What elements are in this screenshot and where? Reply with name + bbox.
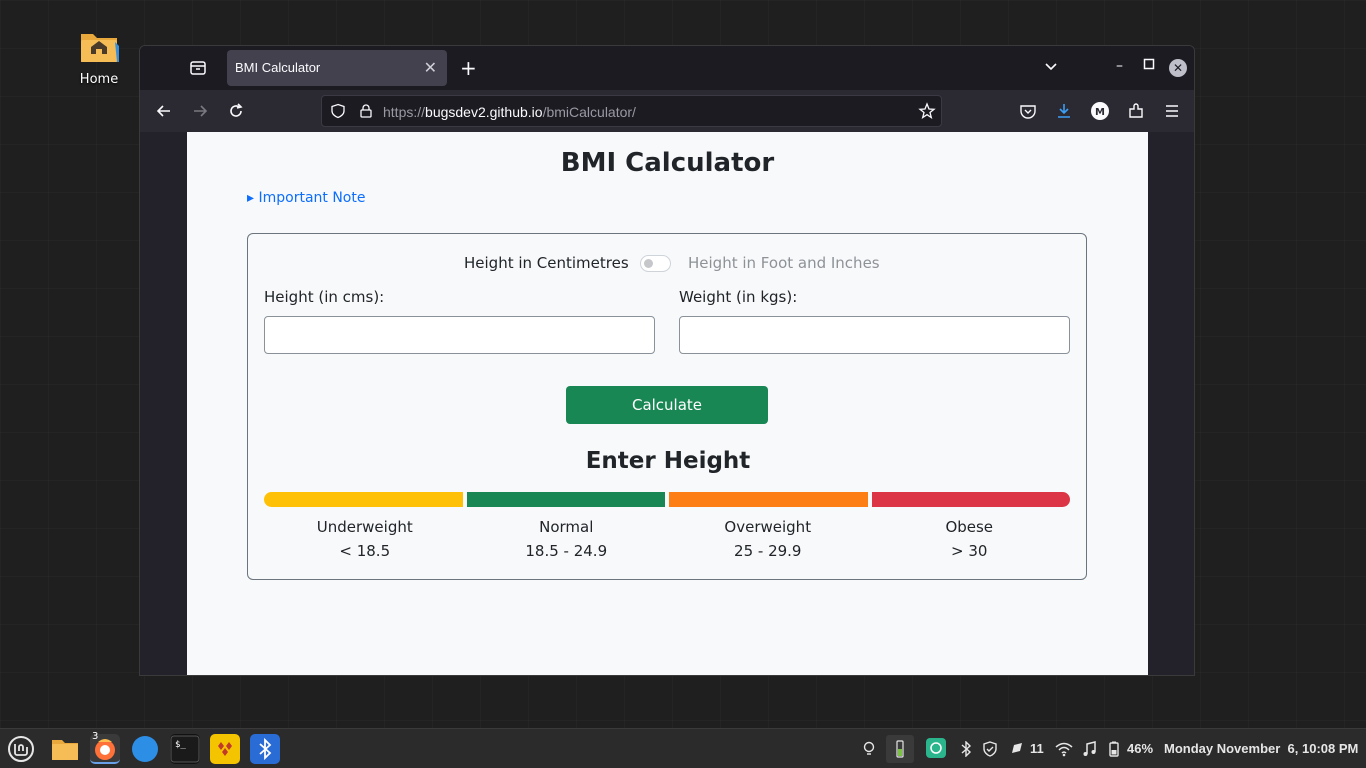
- notification-count: 11: [1030, 741, 1044, 756]
- battery-app-icon[interactable]: [886, 735, 914, 763]
- home-label: Home: [79, 72, 119, 87]
- category-range: < 18.5: [339, 542, 391, 560]
- overweight-segment: [669, 492, 868, 507]
- app-yellow-icon[interactable]: [210, 734, 240, 764]
- extensions-icon[interactable]: [1126, 101, 1146, 121]
- unit-toggle-switch[interactable]: [640, 255, 671, 272]
- page-title: BMI Calculator: [560, 148, 775, 178]
- mint-menu-icon[interactable]: [6, 734, 36, 764]
- important-note-toggle[interactable]: ▸ Important Note: [247, 190, 365, 206]
- height-label: Height (in cms):: [264, 288, 385, 306]
- svg-text:$_: $_: [175, 740, 186, 750]
- calculate-button[interactable]: Calculate: [566, 386, 768, 424]
- music-icon[interactable]: [1082, 741, 1096, 760]
- url-protocol: https://: [383, 104, 426, 120]
- download-icon[interactable]: [1054, 101, 1074, 121]
- cm-unit-label: Height in Centimetres: [464, 254, 629, 272]
- bmi-scale-bar: [264, 492, 1070, 507]
- url-host: bugsdev2.github.io: [425, 104, 543, 120]
- tab-close-icon[interactable]: ✕: [424, 58, 437, 77]
- terminal-icon[interactable]: $_: [170, 734, 200, 764]
- shield-icon[interactable]: [330, 103, 346, 123]
- clock[interactable]: Monday November 6, 10:08 PM: [1164, 741, 1358, 756]
- bluetooth-app-icon[interactable]: [250, 734, 280, 764]
- desktop-home-icon[interactable]: Home: [70, 24, 128, 87]
- category-underweight: Underweight < 18.5: [264, 518, 466, 560]
- bluetooth-icon[interactable]: [960, 740, 972, 760]
- result-text: Enter Height: [585, 448, 751, 474]
- feet-unit-label: Height in Foot and Inches: [688, 254, 880, 272]
- bmi-categories: Underweight < 18.5 Normal 18.5 - 24.9 Ov…: [264, 518, 1070, 560]
- svg-text:M: M: [1095, 107, 1105, 118]
- taskbar: 3 $_ 11 46% Monday November 6, 10:08 PM: [0, 728, 1366, 768]
- bookmark-star-icon[interactable]: [918, 102, 936, 124]
- bmi-card: Height in Centimetres Height in Foot and…: [247, 233, 1087, 580]
- shield-tray-icon[interactable]: [982, 741, 998, 760]
- category-range: 25 - 29.9: [734, 542, 802, 560]
- sync-app-icon[interactable]: [926, 738, 946, 761]
- category-overweight: Overweight 25 - 29.9: [667, 518, 869, 560]
- url-text: https://bugsdev2.github.io/bmiCalculator…: [383, 104, 636, 120]
- chevron-down-icon[interactable]: [1043, 58, 1059, 74]
- weight-label: Weight (in kgs):: [679, 288, 798, 306]
- underweight-segment: [264, 492, 463, 507]
- category-obese: Obese > 30: [869, 518, 1071, 560]
- account-avatar-icon[interactable]: M: [1090, 101, 1110, 121]
- category-range: 18.5 - 24.9: [525, 542, 608, 560]
- battery-percent: 46%: [1127, 741, 1154, 756]
- content-area: BMI Calculator ▸ Important Note Height i…: [140, 132, 1194, 675]
- tab-bmi-calculator[interactable]: BMI Calculator ✕: [227, 50, 447, 86]
- firefox-window-count: 3: [92, 731, 99, 742]
- home-folder-icon: [79, 28, 119, 64]
- pocket-icon[interactable]: [1018, 101, 1038, 121]
- back-icon[interactable]: [154, 101, 174, 121]
- reload-icon[interactable]: [226, 101, 246, 121]
- navigation-toolbar: https://bugsdev2.github.io/bmiCalculator…: [140, 90, 1194, 132]
- height-input[interactable]: [264, 316, 655, 354]
- forward-icon[interactable]: [190, 101, 210, 121]
- browser-window: BMI Calculator ✕ + – ✕ https://bugsdev2.…: [139, 45, 1195, 676]
- toggle-knob: [644, 259, 653, 268]
- url-path: /bmiCalculator/: [542, 104, 636, 120]
- category-name: Overweight: [724, 518, 812, 536]
- minimize-icon[interactable]: –: [1116, 58, 1123, 74]
- firefox-view-icon[interactable]: [188, 58, 210, 78]
- wifi-icon[interactable]: [1055, 741, 1073, 760]
- category-name: Obese: [945, 518, 994, 536]
- browser-compass-icon[interactable]: [130, 734, 160, 764]
- normal-segment: [466, 492, 665, 507]
- maximize-icon[interactable]: [1143, 58, 1155, 74]
- obese-segment: [871, 492, 1070, 507]
- category-normal: Normal 18.5 - 24.9: [466, 518, 668, 560]
- web-page: BMI Calculator ▸ Important Note Height i…: [187, 132, 1148, 675]
- category-range: > 30: [951, 542, 988, 560]
- tab-bar: BMI Calculator ✕ + – ✕: [140, 46, 1194, 90]
- weight-input[interactable]: [679, 316, 1070, 354]
- files-icon[interactable]: [50, 734, 80, 764]
- close-window-icon[interactable]: ✕: [1169, 59, 1187, 77]
- lock-icon[interactable]: [358, 103, 374, 123]
- category-name: Underweight: [316, 518, 413, 536]
- lightbulb-icon[interactable]: [862, 741, 876, 760]
- new-tab-icon[interactable]: +: [460, 56, 477, 80]
- tab-title: BMI Calculator: [235, 60, 321, 75]
- address-bar[interactable]: https://bugsdev2.github.io/bmiCalculator…: [321, 95, 942, 127]
- notifications-icon[interactable]: [1009, 741, 1025, 760]
- category-name: Normal: [539, 518, 594, 536]
- menu-icon[interactable]: [1162, 101, 1182, 121]
- unit-switch-row: Height in Centimetres Height in Foot and…: [248, 254, 1088, 274]
- battery-icon[interactable]: [1108, 741, 1120, 760]
